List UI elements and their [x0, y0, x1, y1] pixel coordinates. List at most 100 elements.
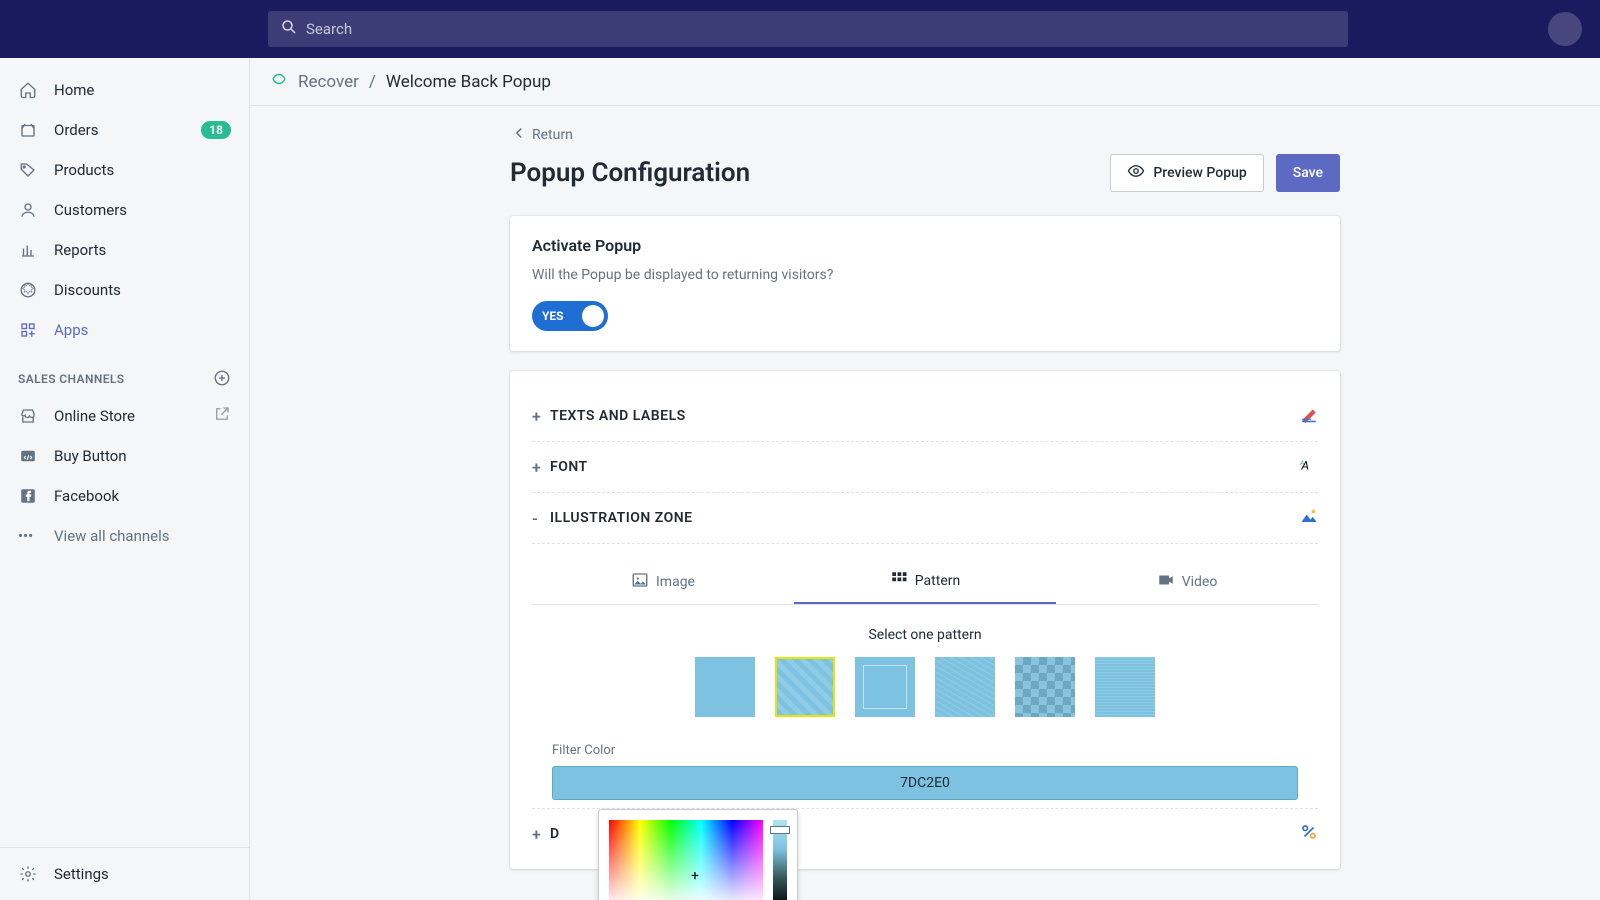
expand-icon: + [532, 407, 550, 426]
pattern-swatch-fabric[interactable] [1095, 657, 1155, 717]
pattern-swatch-frame[interactable] [855, 657, 915, 717]
sidebar-item-discounts[interactable]: Discounts [0, 270, 249, 310]
accordion-title: ILLUSTRATION ZONE [550, 510, 693, 526]
store-icon [18, 406, 38, 426]
accordion-illustration[interactable]: - ILLUSTRATION ZONE [532, 493, 1318, 544]
texts-section-icon [1300, 405, 1318, 427]
view-all-channels[interactable]: ••• View all channels [0, 516, 249, 556]
return-link[interactable]: Return [510, 124, 573, 146]
color-picker-hue-slider[interactable] [773, 820, 787, 900]
accordion-title: D [550, 826, 560, 842]
sidebar-item-label: Customers [54, 201, 127, 219]
chevron-left-icon [510, 124, 528, 146]
hue-slider-handle[interactable] [770, 826, 790, 834]
color-picker-area[interactable]: + [609, 820, 763, 900]
filter-color-label: Filter Color [552, 743, 1318, 758]
sidebar-item-label: Apps [54, 321, 88, 339]
breadcrumb: Recover / Welcome Back Popup [250, 58, 1600, 106]
grid-icon [890, 570, 908, 592]
apps-icon [18, 320, 38, 340]
preview-popup-button[interactable]: Preview Popup [1110, 154, 1263, 192]
tab-label: Image [656, 574, 695, 590]
sidebar-item-products[interactable]: Products [0, 150, 249, 190]
activate-title: Activate Popup [532, 236, 1318, 255]
avatar[interactable] [1548, 12, 1582, 46]
pattern-swatch-solid[interactable] [695, 657, 755, 717]
accordion-discount[interactable]: + D + [532, 808, 1318, 859]
tab-image[interactable]: Image [532, 560, 794, 604]
external-link-icon[interactable] [213, 405, 231, 427]
percent-section-icon [1300, 823, 1318, 845]
accordion-font[interactable]: + FONT AA [532, 442, 1318, 493]
channel-facebook[interactable]: Facebook [0, 476, 249, 516]
accordion-title: FONT [550, 459, 588, 475]
home-icon [18, 80, 38, 100]
search-icon [280, 18, 298, 40]
sidebar-item-orders[interactable]: Orders 18 [0, 110, 249, 150]
save-label: Save [1293, 165, 1323, 181]
orders-icon [18, 120, 38, 140]
sidebar-item-customers[interactable]: Customers [0, 190, 249, 230]
search-input[interactable] [268, 11, 1348, 47]
ellipsis-icon: ••• [18, 527, 38, 545]
pattern-select-title: Select one pattern [532, 627, 1318, 643]
expand-icon: + [532, 458, 550, 477]
eye-icon [1127, 162, 1145, 184]
recover-app-icon [270, 70, 288, 93]
sidebar-item-label: Products [54, 161, 114, 179]
sidebar-item-label: Home [54, 81, 94, 99]
add-channel-icon[interactable] [213, 369, 231, 390]
settings-label: Settings [54, 865, 109, 883]
sidebar-item-label: Discounts [54, 281, 121, 299]
tab-label: Video [1182, 574, 1218, 590]
tag-icon [18, 160, 38, 180]
pattern-swatch-diagonal[interactable] [775, 657, 835, 717]
channel-buy-button[interactable]: Buy Button [0, 436, 249, 476]
code-icon [18, 446, 38, 466]
tab-pattern[interactable]: Pattern [794, 560, 1056, 604]
sidebar-item-home[interactable]: Home [0, 70, 249, 110]
activate-desc: Will the Popup be displayed to returning… [532, 267, 1318, 283]
preview-label: Preview Popup [1153, 165, 1246, 181]
filter-color-input[interactable]: 7DC2E0 [552, 766, 1298, 800]
image-icon [631, 571, 649, 593]
sidebar-item-label: Orders [54, 121, 99, 139]
tab-label: Pattern [915, 573, 960, 589]
tab-video[interactable]: Video [1056, 560, 1318, 604]
toggle-label: YES [542, 309, 564, 323]
sidebar-item-apps[interactable]: Apps [0, 310, 249, 350]
sidebar-item-settings[interactable]: Settings [0, 848, 249, 900]
breadcrumb-page: Welcome Back Popup [386, 72, 551, 92]
font-section-icon: AA [1300, 456, 1318, 478]
pattern-swatch-pixel[interactable] [1015, 657, 1075, 717]
collapse-icon: - [532, 509, 550, 528]
illustration-section-icon [1300, 507, 1318, 529]
orders-badge: 18 [201, 121, 231, 139]
color-picker-cursor: + [691, 868, 699, 884]
view-all-label: View all channels [54, 527, 170, 545]
save-button[interactable]: Save [1276, 154, 1340, 192]
toggle-knob [582, 305, 604, 327]
channel-label: Facebook [54, 487, 119, 505]
page-title: Popup Configuration [510, 158, 750, 188]
facebook-icon [18, 486, 38, 506]
return-label: Return [532, 127, 573, 143]
sidebar-item-label: Reports [54, 241, 106, 259]
sidebar-item-reports[interactable]: Reports [0, 230, 249, 270]
channels-header: SALES CHANNELS [18, 372, 125, 386]
gear-icon [18, 864, 38, 884]
channel-label: Online Store [54, 407, 135, 425]
color-picker-popover: + [598, 809, 798, 900]
channel-label: Buy Button [54, 447, 127, 465]
breadcrumb-separator: / [369, 72, 376, 92]
expand-icon: + [532, 825, 550, 844]
pattern-swatch-lines[interactable] [935, 657, 995, 717]
user-icon [18, 200, 38, 220]
filter-color-value: 7DC2E0 [900, 775, 950, 791]
accordion-texts[interactable]: + TEXTS AND LABELS [532, 391, 1318, 442]
svg-text:A: A [1300, 459, 1304, 467]
breadcrumb-app[interactable]: Recover [298, 72, 359, 92]
channel-online-store[interactable]: Online Store [0, 396, 249, 436]
activate-toggle[interactable]: YES [532, 301, 608, 331]
video-icon [1157, 571, 1175, 593]
